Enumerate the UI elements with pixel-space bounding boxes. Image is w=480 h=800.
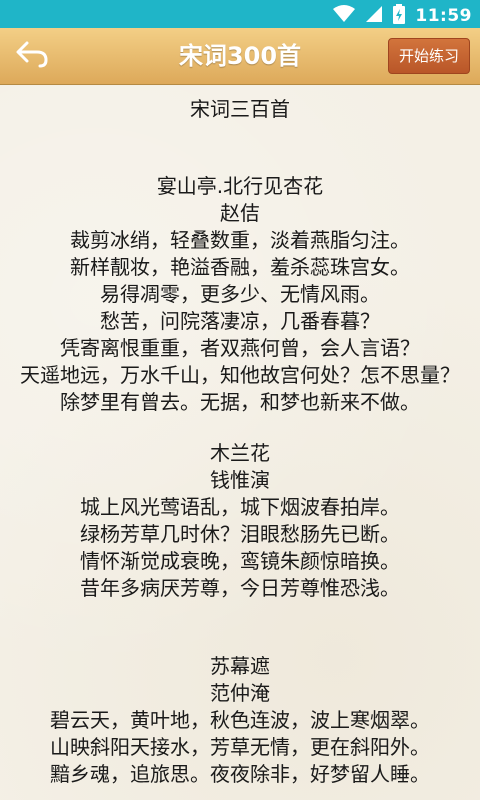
poem-1: 宴山亭.北行见杏花 赵佶 裁剪冰绡，轻叠数重，淡着燕脂匀注。 新样靓妆，艳溢香融… (0, 173, 480, 416)
app-bar: 宋词300首 开始练习 (0, 28, 480, 85)
poem-title: 宴山亭.北行见杏花 (156, 174, 324, 198)
wifi-icon (333, 5, 356, 27)
poem-author: 钱惟演 (210, 468, 270, 492)
poem-2: 木兰花 钱惟演 城上风光莺语乱，城下烟波春拍岸。 绿杨芳草几时休？泪眼愁肠先已断… (0, 440, 480, 602)
signal-icon (365, 5, 383, 27)
poem-3: 苏幕遮 范仲淹 碧云天，黄叶地，秋色连波，波上寒烟翠。 山映斜阳天接水，芳草无情… (0, 653, 480, 788)
back-button[interactable] (12, 36, 52, 76)
poem-line: 城上风光莺语乱，城下烟波春拍岸。 (80, 495, 400, 519)
poem-author: 赵佶 (220, 201, 260, 225)
poem-line: 新样靓妆，艳溢香融，羞杀蕊珠宫女。 (70, 255, 410, 279)
poem-line: 山映斜阳天接水，芳草无情，更在斜阳外。 (50, 735, 430, 759)
poem-line: 黯乡魂，追旅思。夜夜除非，好梦留人睡。 (50, 762, 430, 786)
poem-line: 天遥地远，万水千山，知他故宫何处？怎不思量？ (20, 363, 460, 387)
book-title: 宋词三百首 (190, 97, 290, 121)
status-time: 11:59 (415, 6, 472, 26)
back-arrow-icon (15, 39, 49, 73)
poem-line: 昔年多病厌芳尊，今日芳尊惟恐浅。 (80, 576, 400, 600)
poem-title: 苏幕遮 (210, 654, 270, 678)
poem-line: 绿杨芳草几时休？泪眼愁肠先已断。 (80, 522, 400, 546)
poem-line: 碧云天，黄叶地，秋色连波，波上寒烟翠。 (50, 708, 430, 732)
start-practice-button[interactable]: 开始练习 (388, 38, 470, 74)
poem-line: 愁苦，问院落凄凉，几番春暮？ (100, 309, 380, 333)
poem-line: 裁剪冰绡，轻叠数重，淡着燕脂匀注。 (70, 228, 410, 252)
battery-icon (393, 4, 406, 28)
poem-author: 范仲淹 (210, 681, 270, 705)
status-bar: 11:59 (0, 0, 480, 28)
poem-line: 凭寄离恨重重，者双燕何曾，会人言语？ (60, 336, 420, 360)
poem-line: 除梦里有曾去。无据，和梦也新来不做。 (60, 390, 420, 414)
poem-title: 木兰花 (210, 441, 270, 465)
poem-line: 易得凋零，更多少、无情风雨。 (100, 282, 380, 306)
poem-content: 宋词三百首 宴山亭.北行见杏花 赵佶 裁剪冰绡，轻叠数重，淡着燕脂匀注。 新样靓… (0, 86, 480, 800)
poem-line: 情怀渐觉成衰晚，鸾镜朱颜惊暗换。 (80, 549, 400, 573)
